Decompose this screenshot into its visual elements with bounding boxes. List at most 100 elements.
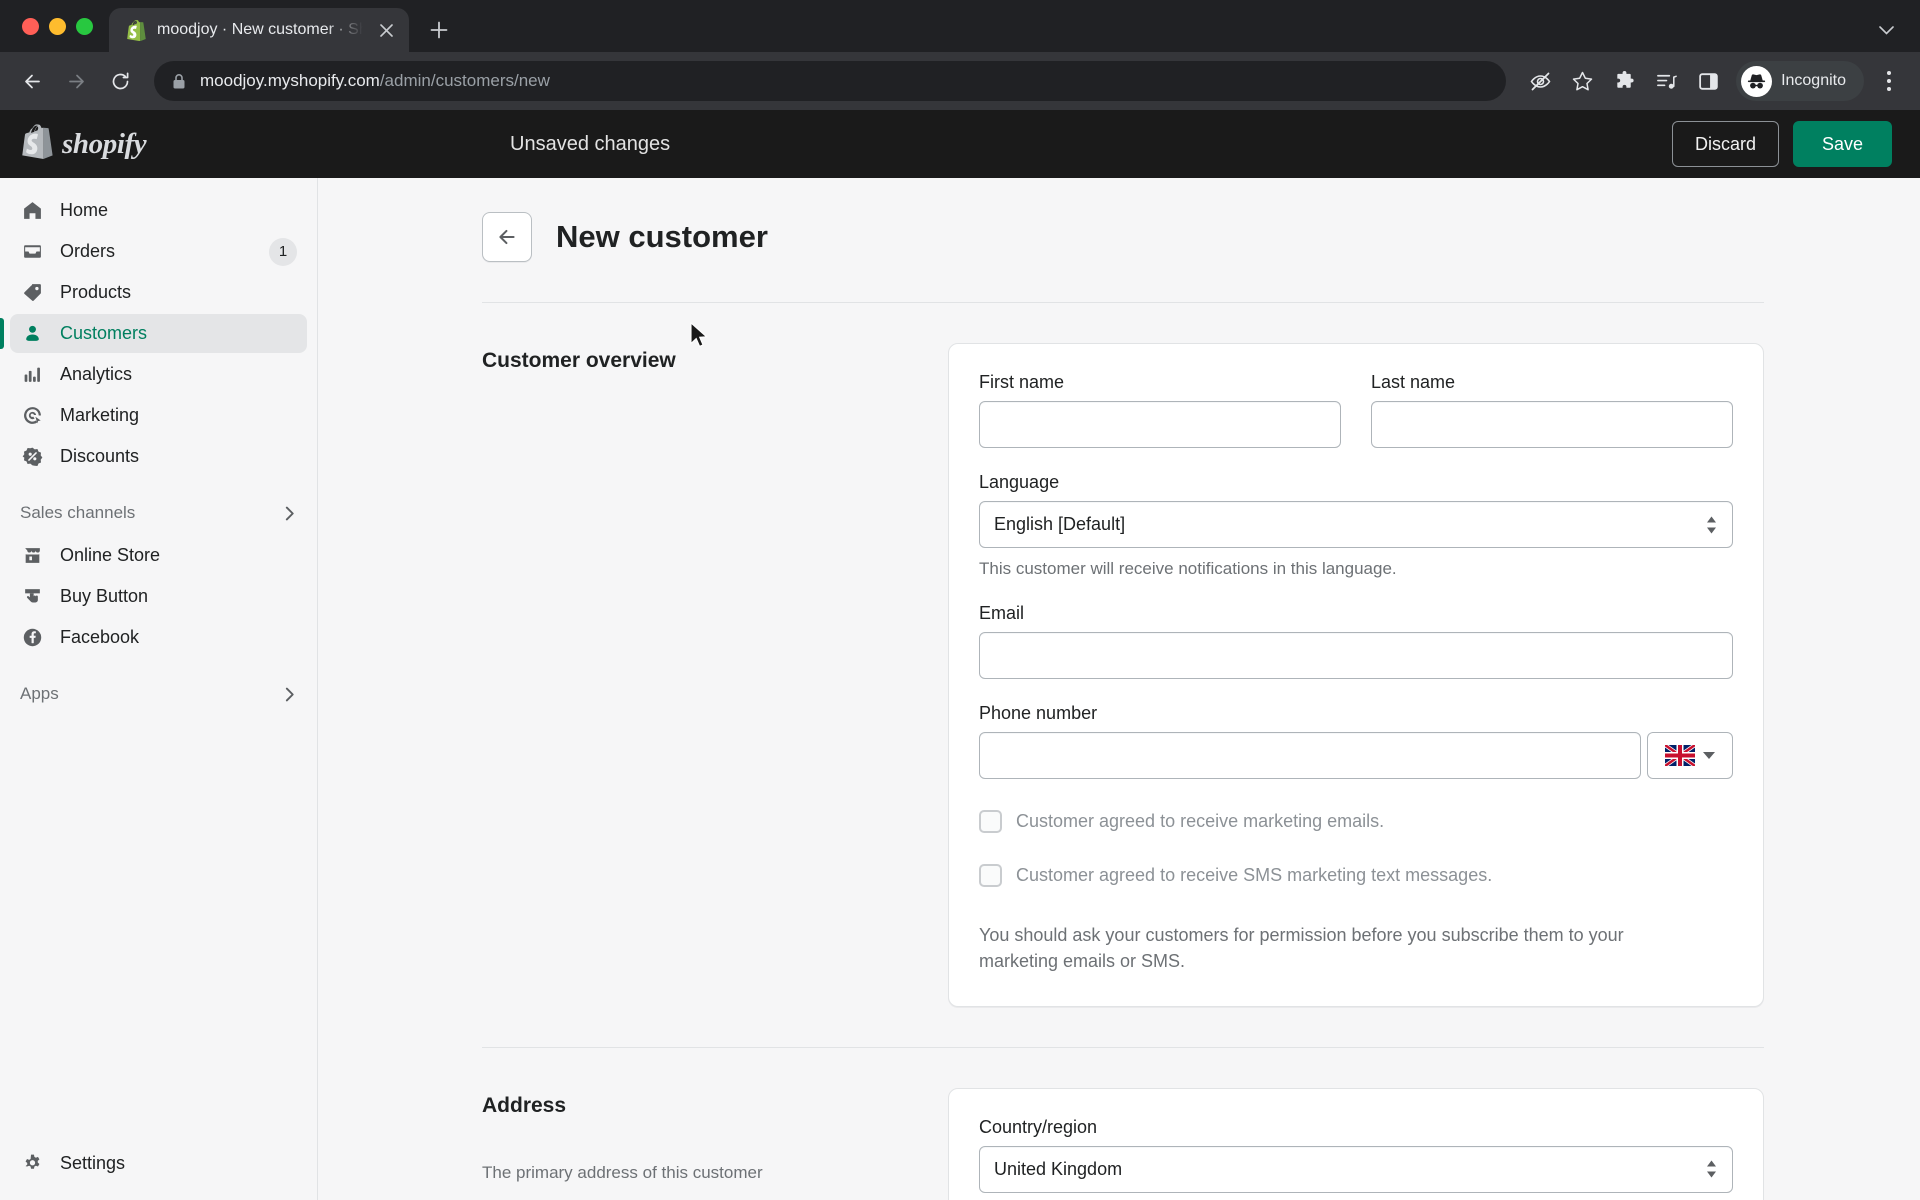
browser-toolbar: moodjoy.myshopify.com/admin/customers/ne… — [0, 52, 1920, 110]
sidebar-item-buy-button[interactable]: Buy Button — [10, 577, 307, 616]
discount-icon — [20, 445, 44, 469]
url-path: /admin/customers/new — [379, 71, 550, 90]
url-domain: moodjoy.myshopify.com — [200, 71, 380, 90]
person-icon — [20, 322, 44, 346]
facebook-icon — [20, 626, 44, 650]
page-title: New customer — [556, 219, 768, 254]
kebab-menu-icon[interactable] — [1870, 61, 1908, 101]
country-select[interactable] — [979, 1145, 1733, 1193]
profile-incognito-button[interactable]: Incognito — [1736, 61, 1864, 101]
phone-input[interactable] — [979, 732, 1641, 779]
topbar-actions: Discard Save — [1671, 121, 1892, 167]
sidebar-item-products[interactable]: Products — [10, 273, 307, 312]
chevron-right-icon[interactable] — [282, 506, 297, 521]
marketing-icon — [20, 404, 44, 428]
address-section: Address The primary address of this cust… — [474, 1048, 1764, 1200]
shopify-admin: shopify Unsaved changes Discard Save Hom… — [0, 110, 1920, 1200]
new-tab-button[interactable] — [417, 8, 461, 52]
email-label: Email — [979, 603, 1025, 623]
email-input[interactable] — [979, 632, 1733, 679]
storefront-icon — [20, 544, 44, 568]
country-field: Country/region — [979, 1117, 1733, 1193]
customer-overview-heading-col: Customer overview — [482, 343, 914, 1007]
gear-icon — [20, 1152, 44, 1176]
phone-row — [979, 732, 1733, 779]
sidebar-item-facebook[interactable]: Facebook — [10, 618, 307, 657]
sidebar-section-label: Sales channels — [20, 503, 136, 522]
maximize-window-button[interactable] — [76, 17, 93, 35]
buy-button-icon — [20, 585, 44, 609]
sidebar: Home Orders 1 Products Customers Analyti… — [0, 178, 318, 1200]
url-text: moodjoy.myshopify.com/admin/customers/ne… — [200, 71, 550, 91]
forward-arrow-icon[interactable] — [56, 61, 96, 101]
lock-icon — [172, 73, 188, 90]
sidebar-item-home[interactable]: Home — [10, 191, 307, 230]
phone-label: Phone number — [979, 703, 1098, 723]
browser-tab[interactable]: moodjoy · New customer · Sho — [109, 8, 409, 52]
marketing-email-label: Customer agreed to receive marketing ema… — [1016, 811, 1385, 831]
back-button[interactable] — [482, 212, 532, 262]
sidebar-section-sales-channels[interactable]: Sales channels — [10, 493, 307, 533]
sidebar-item-marketing[interactable]: Marketing — [10, 396, 307, 435]
name-row: First name Last name — [979, 372, 1733, 448]
country-code-dropdown[interactable] — [1647, 732, 1733, 779]
app-body: Home Orders 1 Products Customers Analyti… — [0, 178, 1920, 1200]
tab-strip: moodjoy · New customer · Sho — [0, 0, 1920, 52]
close-window-button[interactable] — [22, 17, 39, 35]
close-icon[interactable] — [373, 17, 399, 43]
chevron-right-icon[interactable] — [282, 687, 297, 702]
sidebar-item-orders[interactable]: Orders 1 — [10, 232, 307, 271]
eye-slash-icon[interactable] — [1520, 61, 1560, 101]
extensions-puzzle-icon[interactable] — [1604, 61, 1644, 101]
marketing-permission-note: You should ask your customers for permis… — [979, 924, 1624, 971]
star-icon[interactable] — [1562, 61, 1602, 101]
customer-overview-section: Customer overview First name Last name L… — [474, 303, 1764, 1007]
profile-label: Incognito — [1781, 72, 1846, 89]
sidebar-item-label: Products — [60, 282, 132, 302]
marketing-sms-label: Customer agreed to receive SMS marketing… — [1016, 865, 1493, 886]
save-button[interactable]: Save — [1792, 121, 1892, 167]
home-icon — [20, 199, 44, 223]
marketing-email-consent-row[interactable]: Customer agreed to receive marketing ema… — [979, 809, 1733, 833]
tag-icon — [20, 281, 44, 305]
sidebar-section-label: Apps — [20, 684, 59, 703]
back-arrow-icon[interactable] — [12, 61, 52, 101]
sidebar-item-settings[interactable]: Settings — [10, 1144, 307, 1183]
marketing-sms-checkbox[interactable] — [979, 864, 1002, 888]
address-card: Country/region — [948, 1087, 1764, 1200]
sidebar-item-customers[interactable]: Customers — [0, 314, 307, 353]
sidebar-item-label: Discounts — [60, 446, 140, 466]
sidebar-item-discounts[interactable]: Discounts — [10, 437, 307, 476]
marketing-email-checkbox[interactable] — [979, 810, 1002, 833]
sidebar-item-online-store[interactable]: Online Store — [10, 536, 307, 575]
first-name-input[interactable] — [979, 401, 1341, 448]
content-container: New customer Customer overview First nam… — [474, 178, 1764, 1200]
chevron-down-icon[interactable] — [1864, 8, 1908, 52]
shopify-topbar: shopify Unsaved changes Discard Save — [0, 110, 1920, 178]
country-select-wrap — [979, 1145, 1733, 1193]
side-panel-icon[interactable] — [1688, 61, 1728, 101]
sidebar-item-analytics[interactable]: Analytics — [10, 355, 307, 394]
last-name-input[interactable] — [1371, 401, 1733, 448]
shopify-logo[interactable]: shopify — [22, 124, 322, 164]
bar-chart-icon — [20, 363, 44, 387]
shopify-bag-icon — [22, 124, 53, 164]
language-select-wrap — [979, 501, 1733, 548]
last-name-field: Last name — [1371, 372, 1733, 448]
minimize-window-button[interactable] — [49, 17, 66, 35]
first-name-field: First name — [979, 372, 1341, 448]
address-bar[interactable]: moodjoy.myshopify.com/admin/customers/ne… — [154, 61, 1507, 101]
orders-icon — [20, 240, 44, 264]
marketing-sms-consent-row[interactable]: Customer agreed to receive SMS marketing… — [979, 863, 1733, 888]
reading-list-icon[interactable] — [1646, 61, 1686, 101]
reload-icon[interactable] — [100, 61, 140, 101]
language-select[interactable] — [979, 501, 1733, 548]
language-label: Language — [979, 472, 1060, 492]
sidebar-section-apps[interactable]: Apps — [10, 674, 307, 714]
shopify-wordmark: shopify — [62, 127, 147, 160]
discard-button[interactable]: Discard — [1671, 121, 1779, 167]
country-label: Country/region — [979, 1116, 1098, 1137]
sidebar-item-label: Customers — [60, 323, 148, 343]
sidebar-item-label: Buy Button — [60, 586, 149, 606]
